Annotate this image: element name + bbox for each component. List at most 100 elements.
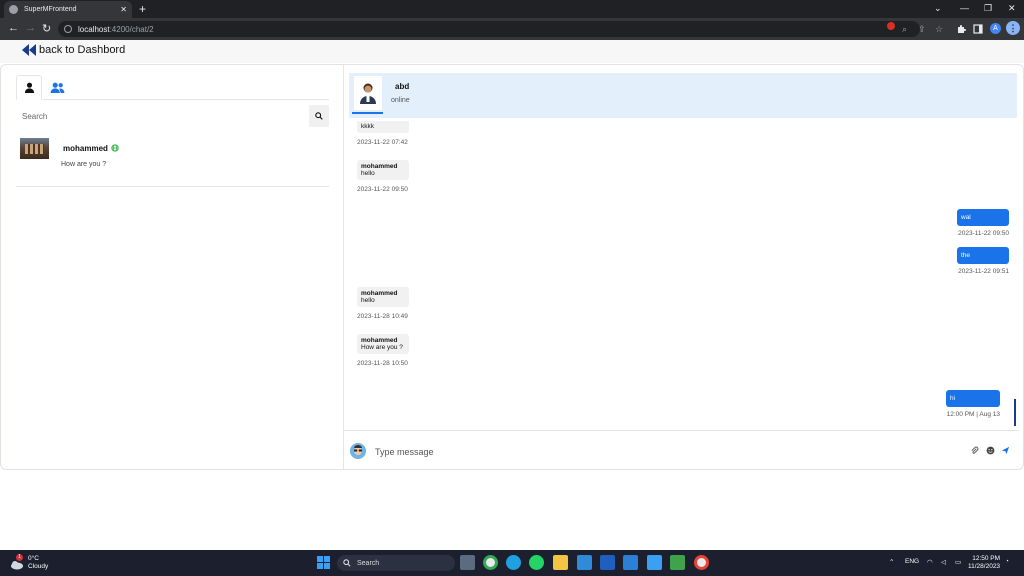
volume-icon[interactable]: ◁ [941, 558, 946, 566]
task-view-icon[interactable] [460, 555, 475, 570]
message-time: 2023-11-28 10:49 [357, 313, 408, 320]
site-info-icon[interactable] [64, 25, 72, 33]
tray-chevron-icon[interactable]: ⌃ [889, 558, 894, 566]
bookmark-star-icon[interactable]: ☆ [935, 24, 943, 35]
chat-partner-name: abd [395, 82, 410, 91]
contacts-panel: mohammed How are you ? [16, 75, 329, 187]
forward-nav-icon[interactable]: → [25, 22, 36, 34]
message-text: How are you ? [361, 344, 403, 351]
taskbar-clock[interactable]: 12:50 PM 11/28/2023 [968, 555, 1000, 571]
message-composer [344, 430, 1019, 468]
close-icon[interactable]: ✕ [120, 5, 127, 14]
double-chevron-left-icon [22, 44, 36, 56]
l-app-icon[interactable] [600, 555, 615, 570]
notifications-icon[interactable]: ◔ [1005, 558, 1009, 565]
profile-avatar[interactable]: A [990, 23, 1001, 34]
chrome-icon[interactable] [483, 555, 498, 570]
emoji-icon[interactable] [986, 446, 995, 455]
contact-item[interactable]: mohammed How are you ? [16, 135, 329, 187]
weather-widget[interactable]: 1 0°C Cloudy [10, 554, 48, 571]
users-icon [50, 82, 64, 93]
message-input[interactable] [375, 444, 935, 459]
message-time: 2023-11-22 07:42 [357, 139, 408, 146]
message-bubble: the [957, 247, 1009, 264]
message-bubble: mohammed hello [357, 287, 409, 307]
tab-group-chats[interactable] [44, 75, 70, 100]
weather-desc: Cloudy [28, 563, 49, 570]
file-explorer-icon[interactable] [553, 555, 568, 570]
weather-text: 0°C Cloudy [28, 555, 48, 571]
edge-icon[interactable] [506, 555, 521, 570]
search-icon [315, 112, 323, 120]
message-time: 2023-11-22 09:50 [357, 186, 408, 193]
message-time: 12:00 PM | Aug 13 [946, 411, 1000, 418]
search-button[interactable] [309, 105, 329, 127]
tab-private-chats[interactable] [16, 75, 42, 100]
cloud-icon: 1 [10, 554, 24, 570]
excel-icon[interactable] [670, 555, 685, 570]
share-icon[interactable]: ⇪ [918, 24, 926, 35]
message-bubble: hi [946, 390, 1000, 407]
message-outgoing: the 2023-11-22 09:51 [957, 247, 1009, 275]
clock-date: 11/28/2023 [968, 563, 1001, 570]
contact-avatar [20, 138, 49, 159]
contacts-tabs [16, 75, 329, 100]
browser-tab-title: SuperMFrontend [24, 6, 77, 13]
chat-partner-status: online [391, 97, 410, 104]
messages-scrollbar[interactable] [1014, 399, 1016, 426]
browser-toolbar: ← → ↻ localhost :4200/chat/2 [0, 18, 1024, 40]
back-nav-icon[interactable]: ← [8, 22, 19, 34]
message-bubble: mohammedkkkk [357, 121, 409, 133]
back-to-dashboard-link[interactable]: back to Dashbord [22, 44, 125, 56]
whatsapp-icon[interactable] [529, 555, 544, 570]
address-bar[interactable]: localhost :4200/chat/2 [58, 21, 920, 37]
message-time: 2023-11-22 09:50 [958, 230, 1009, 237]
app-page: back to Dashbord mohammed [0, 40, 1024, 550]
chat-header: abd online [349, 73, 1017, 118]
maximize-icon[interactable]: ❐ [984, 3, 992, 14]
extensions-puzzle-icon[interactable] [956, 24, 966, 34]
browser-tab[interactable]: SuperMFrontend ✕ [4, 1, 132, 18]
browser-menu-icon[interactable]: ⋮ [1006, 21, 1020, 35]
window-close-icon[interactable]: ✕ [1008, 3, 1016, 14]
contact-name: mohammed [63, 144, 108, 153]
paperclip-icon[interactable] [970, 446, 979, 455]
weather-badge: 1 [16, 554, 23, 561]
tab-search-icon[interactable]: ⌄ [934, 3, 942, 14]
extension-red-icon[interactable] [886, 21, 896, 31]
clock-time: 12:50 PM [972, 555, 1001, 562]
side-panel-icon[interactable] [973, 24, 983, 34]
taskbar-search-label: Search [357, 559, 380, 567]
online-globe-icon [111, 144, 119, 152]
vscode-icon[interactable] [623, 555, 638, 570]
language-indicator[interactable]: ENG [905, 558, 919, 565]
message-bubble: mohammed How are you ? [357, 334, 409, 354]
taskbar-search[interactable]: Search [337, 555, 455, 571]
browser-tab-bar: SuperMFrontend ✕ + ⌄ — ❐ ✕ [0, 0, 1024, 18]
user-icon [24, 82, 34, 93]
avatar-underline [352, 112, 383, 114]
reload-icon[interactable]: ↻ [42, 22, 51, 35]
f-app-icon[interactable] [647, 555, 662, 570]
message-outgoing: wal 2023-11-22 09:50 [957, 209, 1009, 237]
message-sender: mohammed [361, 290, 398, 297]
contact-search-input[interactable] [16, 105, 309, 127]
chrome-active-icon[interactable] [694, 555, 709, 570]
chat-avatar [354, 76, 382, 110]
minimize-icon[interactable]: — [960, 3, 969, 13]
message-incoming: mohammed hello 2023-11-28 10:49 [357, 287, 409, 320]
store-icon[interactable] [577, 555, 592, 570]
zoom-icon[interactable]: ⌕ [902, 24, 907, 35]
person-avatar-icon [360, 83, 376, 104]
globe-icon [9, 5, 18, 14]
message-incoming: mohammed How are you ? 2023-11-28 10:50 [357, 334, 409, 367]
message-sender: mohammed [361, 337, 398, 344]
battery-icon[interactable]: ▭ [955, 558, 961, 566]
message-incoming: mohammed hello 2023-11-22 09:50 [357, 160, 409, 193]
wifi-icon[interactable]: ◠ [927, 558, 933, 566]
send-icon[interactable] [1001, 446, 1010, 455]
windows-start-icon[interactable] [316, 555, 331, 570]
back-link-label: back to Dashbord [39, 44, 126, 56]
message-text: hello [361, 297, 375, 304]
new-tab-button[interactable]: + [139, 2, 146, 16]
